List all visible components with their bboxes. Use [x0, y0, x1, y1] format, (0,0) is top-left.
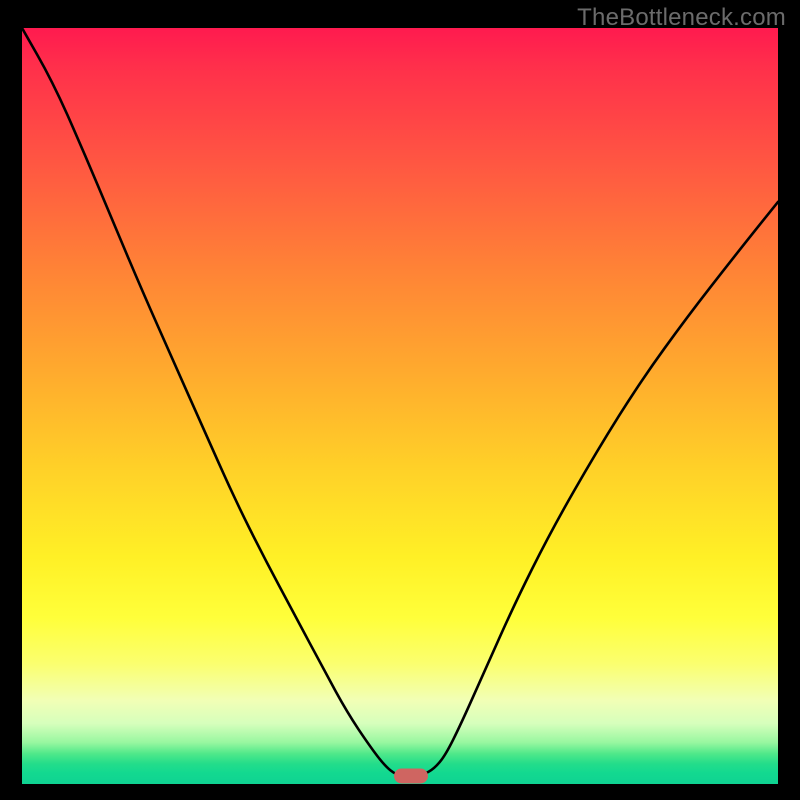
- watermark-text: TheBottleneck.com: [577, 4, 786, 32]
- plot-area: [22, 28, 778, 784]
- optimum-marker: [394, 769, 428, 784]
- chart-frame: TheBottleneck.com: [0, 0, 800, 800]
- bottleneck-curve: [22, 28, 778, 784]
